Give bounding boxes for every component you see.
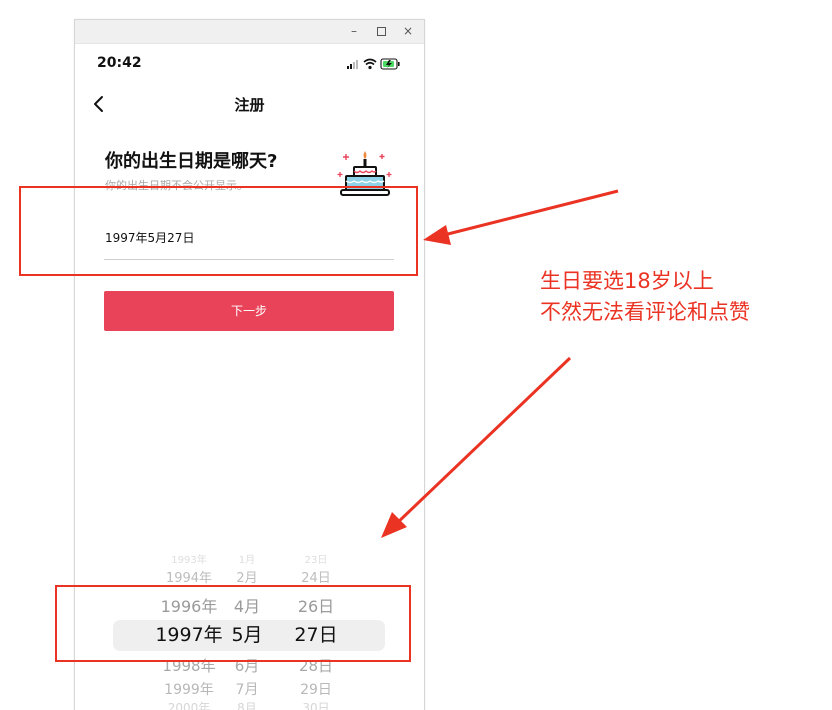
annotation-arrows <box>381 189 619 538</box>
annotation-line-2: 不然无法看评论和点赞 <box>540 300 750 324</box>
annotation-line-1: 生日要选18岁以上 <box>540 269 714 293</box>
annotation-note: 生日要选18岁以上 不然无法看评论和点赞 <box>540 266 750 328</box>
arrow-to-date-picker-icon <box>381 356 572 538</box>
screenshot-stage: – × 20:42 注册 你的出生日期是哪天? 你的出生日期不会公开显示。 19… <box>0 0 832 710</box>
arrow-to-date-field-icon <box>423 189 619 245</box>
